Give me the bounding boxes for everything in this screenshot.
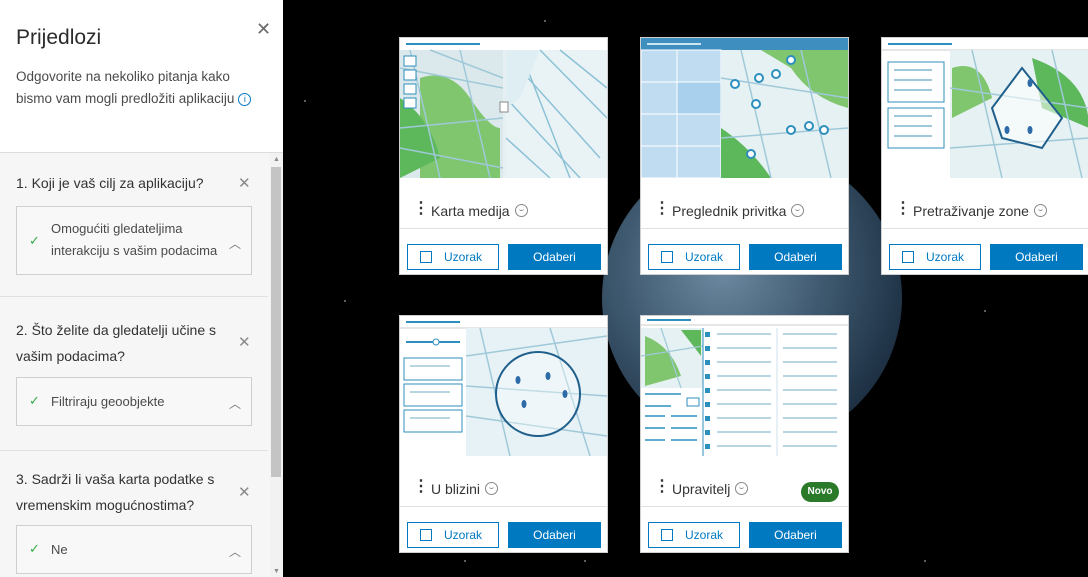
- card-menu-icon[interactable]: ⋮: [654, 201, 670, 217]
- template-info-icon[interactable]: [735, 482, 749, 495]
- info-icon[interactable]: i: [238, 93, 252, 106]
- chevron-up-icon: ︿: [228, 397, 241, 411]
- select-button[interactable]: Odaberi: [749, 522, 842, 548]
- sample-icon: [902, 251, 914, 263]
- sample-icon: [420, 529, 432, 541]
- sample-button[interactable]: Uzorak: [648, 522, 740, 548]
- map-thumbnail-icon: [400, 316, 607, 456]
- template-card-pretrazivanje-zone: ⋮ Pretraživanje zone Uzorak Odaberi: [881, 37, 1088, 275]
- map-thumbnail-icon: [641, 38, 848, 178]
- select-button[interactable]: Odaberi: [508, 244, 601, 270]
- chevron-up-icon: ︿: [228, 545, 241, 559]
- template-name: U blizini: [431, 481, 499, 497]
- sample-icon: [661, 529, 673, 541]
- map-thumbnail-icon: [400, 38, 607, 178]
- map-thumbnail-icon: [882, 38, 1088, 178]
- template-info-icon[interactable]: [514, 204, 528, 217]
- template-thumbnail: [641, 316, 848, 456]
- panel-header: Prijedlozi ✕ Odgovorite na nekoliko pita…: [0, 0, 283, 153]
- select-button[interactable]: Odaberi: [508, 522, 601, 548]
- clear-question-3-icon[interactable]: ✕: [238, 483, 251, 501]
- sample-button[interactable]: Uzorak: [889, 244, 981, 270]
- scroll-thumb[interactable]: [271, 167, 281, 477]
- question-3-answer[interactable]: ✓ Ne ︿: [16, 525, 252, 574]
- template-card-preglednik-privitka: ⋮ Preglednik privitka Uzorak Odaberi: [640, 37, 849, 275]
- check-icon: ✓: [29, 233, 40, 248]
- sample-button[interactable]: Uzorak: [648, 244, 740, 270]
- clear-question-1-icon[interactable]: ✕: [238, 174, 251, 192]
- question-2: 2. Što želite da gledatelji učine s vaši…: [0, 297, 268, 451]
- sample-icon: [661, 251, 673, 263]
- select-button[interactable]: Odaberi: [749, 244, 842, 270]
- panel-title: Prijedlozi: [16, 26, 102, 49]
- scrollbar[interactable]: ▲ ▼: [270, 153, 283, 577]
- question-1-text: 1. Koji je vaš cilj za aplikaciju?: [16, 175, 204, 191]
- sample-button[interactable]: Uzorak: [407, 244, 499, 270]
- answer-text: Filtriraju geoobjekte: [51, 394, 165, 409]
- clear-question-2-icon[interactable]: ✕: [238, 333, 251, 351]
- close-icon[interactable]: ✕: [256, 20, 271, 38]
- divider: [882, 228, 1088, 229]
- questions-list: 1. Koji je vaš cilj za aplikaciju? ✕ ✓ O…: [0, 153, 270, 577]
- divider: [641, 228, 848, 229]
- card-menu-icon[interactable]: ⋮: [654, 479, 670, 495]
- card-menu-icon[interactable]: ⋮: [895, 201, 911, 217]
- card-menu-icon[interactable]: ⋮: [413, 479, 429, 495]
- card-menu-icon[interactable]: ⋮: [413, 201, 429, 217]
- template-info-icon[interactable]: [1033, 204, 1047, 217]
- template-thumbnail: [641, 38, 848, 178]
- template-name: Karta medija: [431, 203, 528, 219]
- scroll-up-icon[interactable]: ▲: [273, 156, 280, 163]
- suggestions-panel: Prijedlozi ✕ Odgovorite na nekoliko pita…: [0, 0, 283, 577]
- panel-description: Odgovorite na nekoliko pitanja kako bism…: [16, 66, 256, 110]
- template-name: Upravitelj: [672, 481, 749, 497]
- check-icon: ✓: [29, 393, 40, 408]
- answer-text: Omogućiti gledateljima interakciju s vaš…: [51, 221, 218, 258]
- new-badge: Novo: [801, 482, 839, 502]
- template-name: Preglednik privitka: [672, 203, 805, 219]
- template-card-karta-medija: ⋮ Karta medija Uzorak Odaberi: [399, 37, 608, 275]
- check-icon: ✓: [29, 541, 40, 556]
- template-thumbnail: [882, 38, 1088, 178]
- question-1: 1. Koji je vaš cilj za aplikaciju? ✕ ✓ O…: [0, 153, 268, 297]
- select-button[interactable]: Odaberi: [990, 244, 1083, 270]
- template-thumbnail: [400, 316, 607, 456]
- template-info-icon[interactable]: [485, 482, 499, 495]
- question-2-answer[interactable]: ✓ Filtriraju geoobjekte ︿: [16, 377, 252, 426]
- template-thumbnail: [400, 38, 607, 178]
- sample-icon: [420, 251, 432, 263]
- divider: [400, 506, 607, 507]
- question-3: 3. Sadrži li vaša karta podatke s vremen…: [0, 451, 268, 577]
- question-2-text: 2. Što želite da gledatelji učine s vaši…: [16, 322, 217, 364]
- question-3-text: 3. Sadrži li vaša karta podatke s vremen…: [16, 471, 215, 513]
- divider: [641, 506, 848, 507]
- chevron-up-icon: ︿: [228, 237, 241, 251]
- map-thumbnail-icon: [641, 316, 848, 456]
- template-info-icon[interactable]: [791, 204, 805, 217]
- template-card-upravitelj: ⋮ Upravitelj Novo Uzorak Odaberi: [640, 315, 849, 553]
- question-1-answer[interactable]: ✓ Omogućiti gledateljima interakciju s v…: [16, 206, 252, 275]
- sample-button[interactable]: Uzorak: [407, 522, 499, 548]
- template-name: Pretraživanje zone: [913, 203, 1047, 219]
- divider: [400, 228, 607, 229]
- scroll-down-icon[interactable]: ▼: [273, 568, 280, 575]
- template-card-u-blizini: ⋮ U blizini Uzorak Odaberi: [399, 315, 608, 553]
- answer-text: Ne: [51, 542, 68, 557]
